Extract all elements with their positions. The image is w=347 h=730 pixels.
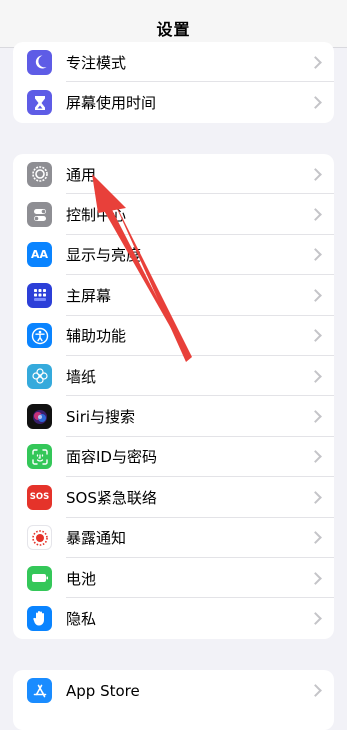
chevron-right-icon <box>309 288 322 302</box>
settings-row-battery[interactable]: 电池 <box>13 558 334 599</box>
chevron-right-icon <box>309 410 322 423</box>
settings-row-focus[interactable]: 专注模式 <box>13 42 334 83</box>
battery-icon <box>27 565 52 591</box>
settings-row-accessibility[interactable]: 辅助功能 <box>13 316 334 356</box>
settings-row-siri[interactable]: Siri与搜索 <box>13 396 334 437</box>
chevron-right-icon <box>309 96 322 109</box>
settings-row-label: 辅助功能 <box>66 327 127 346</box>
settings-row-label: 主屏幕 <box>66 286 112 305</box>
settings-group-focus: 专注模式 屏幕使用时间 <box>13 42 334 123</box>
settings-row-app-store[interactable]: App Store <box>13 670 334 711</box>
settings-row-screen-time[interactable]: 屏幕使用时间 <box>13 82 334 122</box>
settings-row-home-screen[interactable]: 主屏幕 <box>13 275 334 316</box>
exposure-icon <box>27 525 52 551</box>
chevron-right-icon <box>309 612 322 625</box>
chevron-right-icon <box>309 55 322 69</box>
settings-row-label: 控制中心 <box>66 206 127 225</box>
chevron-right-icon <box>309 248 322 262</box>
hand-icon <box>27 605 52 631</box>
settings-row-label: Siri与搜索 <box>66 408 136 427</box>
chevron-right-icon <box>309 684 322 697</box>
settings-row-privacy[interactable]: 隐私 <box>13 598 334 638</box>
chevron-right-icon <box>309 571 322 585</box>
settings-row-wallpaper[interactable]: 墙纸 <box>13 356 334 397</box>
flower-icon <box>27 363 52 389</box>
settings-row-label: 面容ID与密码 <box>66 448 157 467</box>
siri-icon <box>27 404 52 430</box>
settings-group-general: 通用 控制中心 AA 显示与亮度 主屏幕 辅助功能 墙纸 Siri与搜索 面容I… <box>13 154 334 639</box>
settings-row-label: 通用 <box>66 165 97 184</box>
settings-row-label: 墙纸 <box>66 367 97 386</box>
settings-row-exposure[interactable]: 暴露通知 <box>13 518 334 558</box>
settings-row-face-id[interactable]: 面容ID与密码 <box>13 437 334 478</box>
accessibility-icon <box>27 323 52 349</box>
settings-row-label: 隐私 <box>66 609 97 628</box>
settings-row-label: 屏幕使用时间 <box>66 94 157 113</box>
chevron-right-icon <box>309 490 322 504</box>
settings-row-label: SOS紧急联络 <box>66 488 157 507</box>
settings-row-label: 暴露通知 <box>66 529 127 548</box>
text-size-icon: AA <box>27 242 52 268</box>
sos-icon: SOS <box>27 484 52 510</box>
chevron-right-icon <box>309 531 322 545</box>
face-id-icon <box>27 444 52 470</box>
navigation-bar: 设置 <box>0 0 347 48</box>
settings-row-label: App Store <box>66 681 140 700</box>
chevron-right-icon <box>309 208 322 221</box>
chevron-right-icon <box>309 450 322 464</box>
chevron-right-icon <box>309 167 322 181</box>
settings-row-general[interactable]: 通用 <box>13 154 334 195</box>
toggles-icon <box>27 202 52 228</box>
chevron-right-icon <box>309 369 322 383</box>
settings-group-app-store: App Store <box>13 670 334 730</box>
home-grid-icon <box>27 282 52 308</box>
settings-row-label: 专注模式 <box>66 53 127 72</box>
moon-icon <box>27 49 52 75</box>
settings-row-control-center[interactable]: 控制中心 <box>13 194 334 235</box>
page-title: 设置 <box>156 19 191 39</box>
gear-icon <box>27 161 52 187</box>
hourglass-icon <box>27 90 52 116</box>
chevron-right-icon <box>309 329 322 343</box>
app-store-icon <box>27 678 52 703</box>
settings-row-label: 显示与亮度 <box>66 246 142 265</box>
settings-row-display[interactable]: AA 显示与亮度 <box>13 235 334 276</box>
settings-row-emergency-sos[interactable]: SOS SOS紧急联络 <box>13 477 334 518</box>
settings-row-label: 电池 <box>66 569 97 588</box>
